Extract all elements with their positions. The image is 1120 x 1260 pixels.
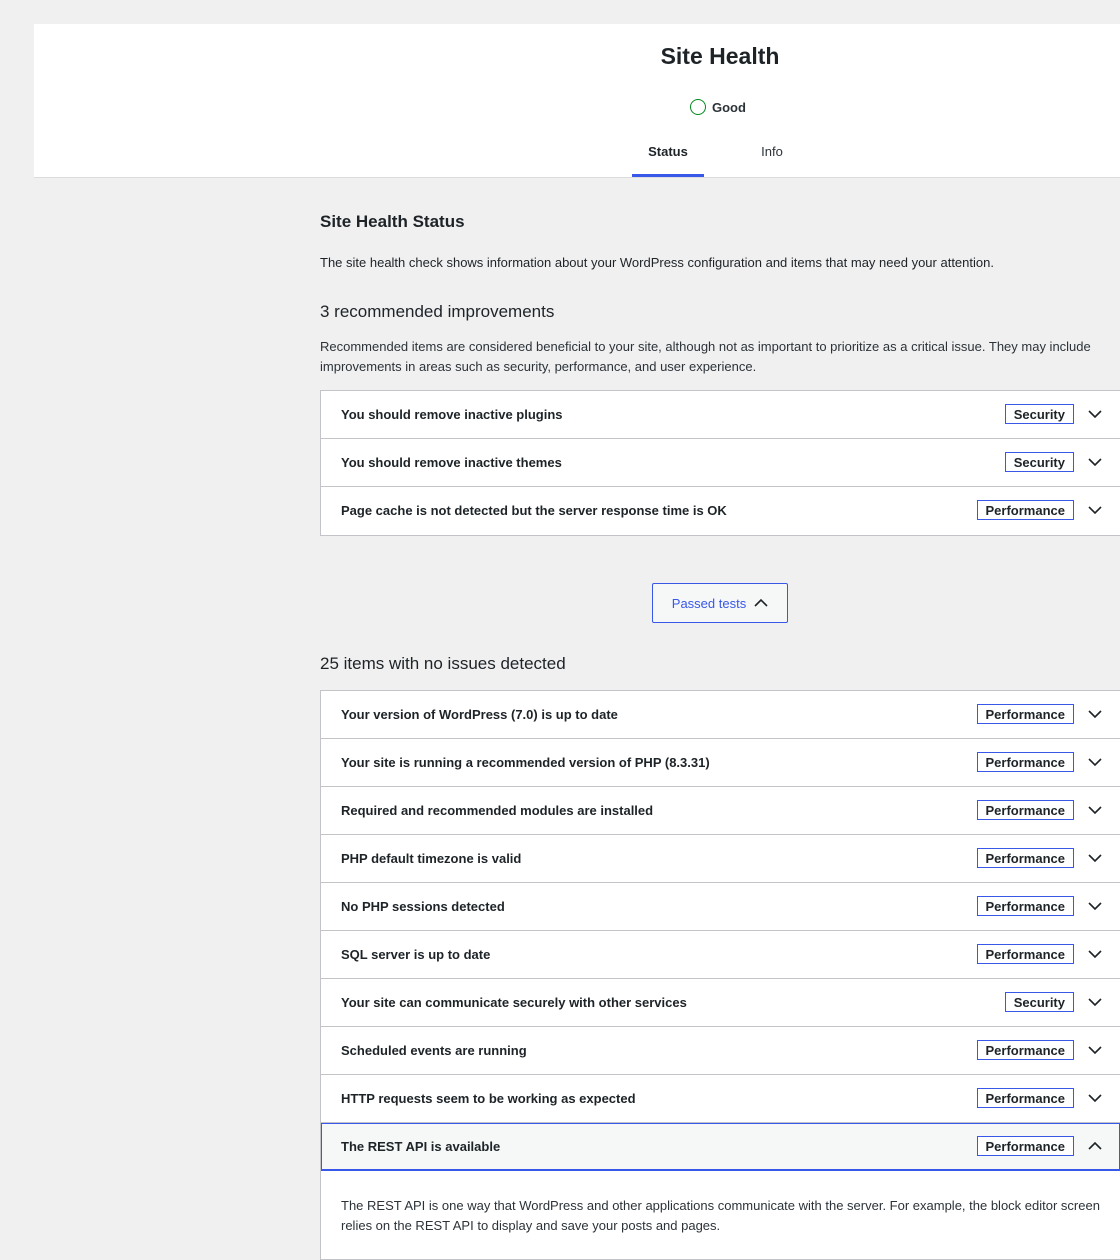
chevron-down-icon — [1088, 410, 1102, 419]
item-badge: Performance — [976, 944, 1074, 964]
item-title: HTTP requests seem to be working as expe… — [341, 1091, 636, 1106]
recommended-accordion: You should remove inactive plugins Secur… — [320, 390, 1120, 536]
passed-accordion: Your version of WordPress (7.0) is up to… — [320, 690, 1120, 1260]
passed-item-sql-server[interactable]: SQL server is up to date Performance — [321, 931, 1120, 979]
passed-item-scheduled-events[interactable]: Scheduled events are running Performance — [321, 1027, 1120, 1075]
intro-text: The site health check shows information … — [320, 255, 994, 270]
chevron-down-icon — [1088, 950, 1102, 959]
chevron-up-icon — [1088, 1141, 1102, 1150]
passed-tests-label: Passed tests — [671, 595, 747, 611]
chevron-down-icon — [1088, 458, 1102, 467]
item-badge: Performance — [976, 848, 1074, 868]
chevron-down-icon — [1088, 806, 1102, 815]
passed-item-secure-communication[interactable]: Your site can communicate securely with … — [321, 979, 1120, 1027]
passed-heading: 25 items with no issues detected — [320, 654, 566, 673]
chevron-down-icon — [1088, 506, 1102, 515]
chevron-down-icon — [1088, 998, 1102, 1007]
item-badge: Performance — [976, 896, 1074, 916]
item-badge: Performance — [976, 1088, 1074, 1108]
rest-api-details: The REST API is one way that WordPress a… — [341, 1198, 1100, 1233]
item-badge: Performance — [976, 800, 1074, 820]
item-badge: Performance — [976, 704, 1074, 724]
item-badge: Security — [1004, 992, 1074, 1012]
chevron-down-icon — [1088, 902, 1102, 911]
item-title: The REST API is available — [341, 1139, 501, 1154]
passed-item-timezone[interactable]: PHP default timezone is valid Performanc… — [321, 835, 1120, 883]
health-score: Good — [690, 99, 746, 115]
item-badge: Performance — [976, 500, 1074, 520]
health-score-ring-icon — [690, 99, 706, 115]
recommended-description: Recommended items are considered benefic… — [320, 339, 1091, 374]
site-health-page: Site Health Good Status Info Site Health… — [0, 0, 1120, 1260]
page-title: Site Health — [660, 43, 780, 69]
recommended-item-page-cache[interactable]: Page cache is not detected but the serve… — [321, 487, 1120, 535]
item-title: PHP default timezone is valid — [341, 851, 522, 866]
chevron-down-icon — [1088, 1094, 1102, 1103]
item-title: Required and recommended modules are ins… — [341, 803, 654, 818]
item-title: Your site can communicate securely with … — [341, 995, 687, 1010]
recommended-item-inactive-plugins[interactable]: You should remove inactive plugins Secur… — [321, 391, 1120, 439]
passed-item-php-version[interactable]: Your site is running a recommended versi… — [321, 739, 1120, 787]
item-title: You should remove inactive themes — [341, 455, 562, 470]
item-title: No PHP sessions detected — [341, 899, 505, 914]
health-score-label: Good — [712, 99, 746, 115]
item-title: Your version of WordPress (7.0) is up to… — [341, 707, 618, 722]
passed-tests-button[interactable]: Passed tests — [652, 583, 788, 623]
item-badge: Security — [1004, 404, 1074, 424]
item-badge: Performance — [976, 752, 1074, 772]
recommended-item-inactive-themes[interactable]: You should remove inactive themes Securi… — [321, 439, 1120, 487]
tab-status[interactable]: Status — [632, 132, 704, 177]
item-badge: Security — [1004, 452, 1074, 472]
passed-item-modules[interactable]: Required and recommended modules are ins… — [321, 787, 1120, 835]
chevron-down-icon — [1088, 1046, 1102, 1055]
item-title: Page cache is not detected but the serve… — [341, 503, 727, 518]
item-badge: Performance — [976, 1040, 1074, 1060]
chevron-down-icon — [1088, 854, 1102, 863]
site-health-header: Site Health Good Status Info — [34, 24, 1120, 178]
passed-item-rest-api[interactable]: The REST API is available Performance — [321, 1123, 1120, 1171]
chevron-down-icon — [1088, 758, 1102, 767]
passed-item-wordpress-version[interactable]: Your version of WordPress (7.0) is up to… — [321, 691, 1120, 739]
item-badge: Performance — [976, 1136, 1074, 1156]
chevron-up-icon — [754, 598, 768, 607]
item-title: Your site is running a recommended versi… — [341, 755, 710, 770]
recommended-heading: 3 recommended improvements — [320, 302, 555, 321]
section-title: Site Health Status — [320, 212, 465, 231]
passed-item-http-requests[interactable]: HTTP requests seem to be working as expe… — [321, 1075, 1120, 1123]
item-title: Scheduled events are running — [341, 1043, 527, 1058]
tab-info[interactable]: Info — [742, 132, 802, 177]
item-title: You should remove inactive plugins — [341, 407, 563, 422]
passed-item-php-sessions[interactable]: No PHP sessions detected Performance — [321, 883, 1120, 931]
item-title: SQL server is up to date — [341, 947, 491, 962]
chevron-down-icon — [1088, 710, 1102, 719]
